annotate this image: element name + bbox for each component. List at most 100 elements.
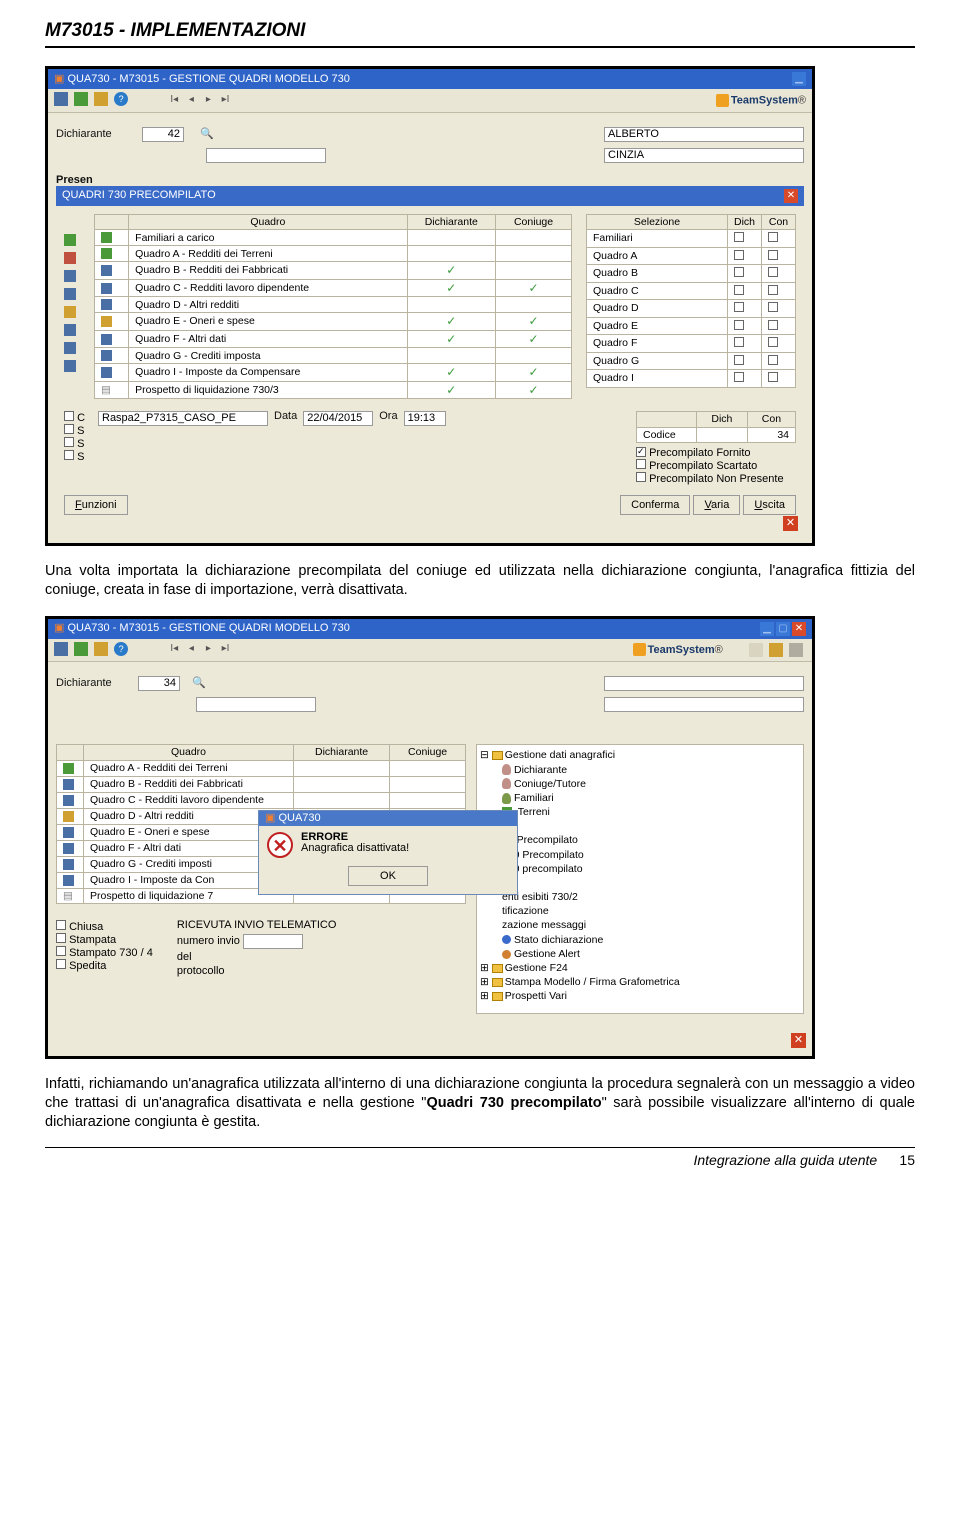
table-row: Quadro E: [587, 317, 796, 335]
check-icon: ✓: [529, 365, 539, 379]
minimize-icon[interactable]: ▁: [792, 72, 806, 86]
row-type-icon: [101, 334, 112, 345]
maximize-icon[interactable]: ▢: [776, 622, 790, 636]
toolbar-icon[interactable]: [74, 92, 88, 106]
folder-icon: [492, 751, 503, 760]
person-icon: [502, 764, 511, 775]
codice-table: DichCon Codice34: [636, 411, 796, 443]
close-icon[interactable]: ✕: [784, 189, 798, 203]
data-field[interactable]: 22/04/2015: [303, 411, 373, 426]
ora-field[interactable]: 19:13: [404, 411, 446, 426]
table-row: Quadro C - Redditi lavoro dipendente: [57, 792, 466, 808]
checkbox[interactable]: [734, 372, 744, 382]
check-icon: ✓: [446, 365, 456, 379]
nav-prev-icon[interactable]: ◂: [184, 95, 198, 109]
row-type-icon: [63, 763, 74, 774]
dichiarante-input[interactable]: 42: [142, 127, 184, 142]
checkbox[interactable]: [734, 250, 744, 260]
toolbar-icon[interactable]: [54, 642, 68, 656]
row-icon: [64, 306, 76, 318]
dialog-title: QUA730: [278, 812, 320, 824]
checkbox[interactable]: [734, 320, 744, 330]
nav-last-icon[interactable]: ▸I: [219, 95, 233, 109]
toolbar-icon[interactable]: [54, 92, 68, 106]
check-icon: ✓: [446, 281, 456, 295]
blank-field[interactable]: [604, 676, 804, 691]
toolbar-icon[interactable]: [94, 92, 108, 106]
chk-spedita[interactable]: [56, 959, 66, 969]
file-field[interactable]: Raspa2_P7315_CASO_PE: [98, 411, 268, 426]
table-row: Quadro F - Altri dati✓✓: [95, 330, 572, 348]
checkbox-nonpresente[interactable]: [636, 472, 646, 482]
checkbox[interactable]: [64, 450, 74, 460]
chk-stamp7304[interactable]: [56, 946, 66, 956]
blank-field[interactable]: [196, 697, 316, 712]
quadri-table: Quadro Dichiarante Coniuge Familiari a c…: [94, 214, 572, 400]
nav-prev-icon[interactable]: ◂: [184, 644, 198, 658]
checkbox-scartato[interactable]: [636, 459, 646, 469]
checkbox[interactable]: [734, 337, 744, 347]
conferma-button[interactable]: Conferma: [620, 495, 690, 515]
checkbox[interactable]: [768, 250, 778, 260]
tree-panel[interactable]: ⊟ Gestione dati anagrafici Dichiarante C…: [476, 744, 804, 1014]
checkbox[interactable]: [768, 337, 778, 347]
checkbox[interactable]: [768, 302, 778, 312]
name1-field[interactable]: ALBERTO: [604, 127, 804, 142]
nav-first-icon[interactable]: I◂: [167, 95, 181, 109]
checkbox[interactable]: [734, 267, 744, 277]
checkbox[interactable]: [768, 320, 778, 330]
dichiarante-input[interactable]: 34: [138, 676, 180, 691]
lookup-icon[interactable]: 🔍: [192, 678, 206, 689]
checkbox[interactable]: [64, 437, 74, 447]
row-type-icon: [101, 232, 112, 243]
toolbar-icon[interactable]: [74, 642, 88, 656]
toolbar-icon[interactable]: [789, 643, 803, 657]
nav-next-icon[interactable]: ▸: [201, 95, 215, 109]
chk-stampata[interactable]: [56, 933, 66, 943]
name2-field[interactable]: CINZIA: [604, 148, 804, 163]
checkbox[interactable]: [734, 355, 744, 365]
checkbox[interactable]: [64, 424, 74, 434]
varia-button[interactable]: Varia: [693, 495, 740, 515]
checkbox[interactable]: [768, 355, 778, 365]
toolbar-icon[interactable]: [749, 643, 763, 657]
nav-next-icon[interactable]: ▸: [201, 644, 215, 658]
checkbox[interactable]: [768, 267, 778, 277]
toolbar-icon[interactable]: [769, 643, 783, 657]
numero-invio-field[interactable]: [243, 934, 303, 949]
checkbox[interactable]: [734, 285, 744, 295]
blank-field[interactable]: [604, 697, 804, 712]
ok-button[interactable]: OK: [348, 866, 428, 886]
selezione-table: SelezioneDichCon Familiari Quadro A Quad…: [586, 214, 796, 388]
row-icon: [64, 234, 76, 246]
close-icon[interactable]: ✕: [791, 1033, 806, 1048]
help-icon[interactable]: ?: [114, 92, 128, 106]
minimize-icon[interactable]: ▁: [760, 622, 774, 636]
lookup-icon[interactable]: 🔍: [200, 129, 214, 140]
checkbox[interactable]: [734, 232, 744, 242]
funzioni-button[interactable]: Funzioni: [64, 495, 128, 515]
alert-icon: [502, 950, 511, 959]
row-icon: [64, 324, 76, 336]
row-type-icon: [101, 283, 112, 294]
row-type-icon: [63, 795, 74, 806]
checkbox-fornito[interactable]: [636, 447, 646, 457]
checkbox[interactable]: [734, 302, 744, 312]
col-quadro: Quadro: [84, 745, 294, 761]
brand-logo: TeamSystem®: [716, 94, 806, 107]
checkbox[interactable]: [768, 372, 778, 382]
blank-field[interactable]: [206, 148, 326, 163]
close-icon[interactable]: ✕: [792, 622, 806, 636]
chk-chiusa[interactable]: [56, 920, 66, 930]
checkbox[interactable]: [768, 232, 778, 242]
close-icon[interactable]: ✕: [783, 516, 798, 531]
checkbox[interactable]: [64, 411, 74, 421]
checkbox[interactable]: [768, 285, 778, 295]
nav-first-icon[interactable]: I◂: [167, 644, 181, 658]
toolbar-icon[interactable]: [94, 642, 108, 656]
nav-last-icon[interactable]: ▸I: [219, 644, 233, 658]
uscita-button[interactable]: Uscita: [743, 495, 796, 515]
ricevuta-title: RICEVUTA INVIO TELEMATICO: [177, 920, 337, 931]
footer-text: Integrazione alla guida utente: [693, 1152, 877, 1168]
help-icon[interactable]: ?: [114, 642, 128, 656]
